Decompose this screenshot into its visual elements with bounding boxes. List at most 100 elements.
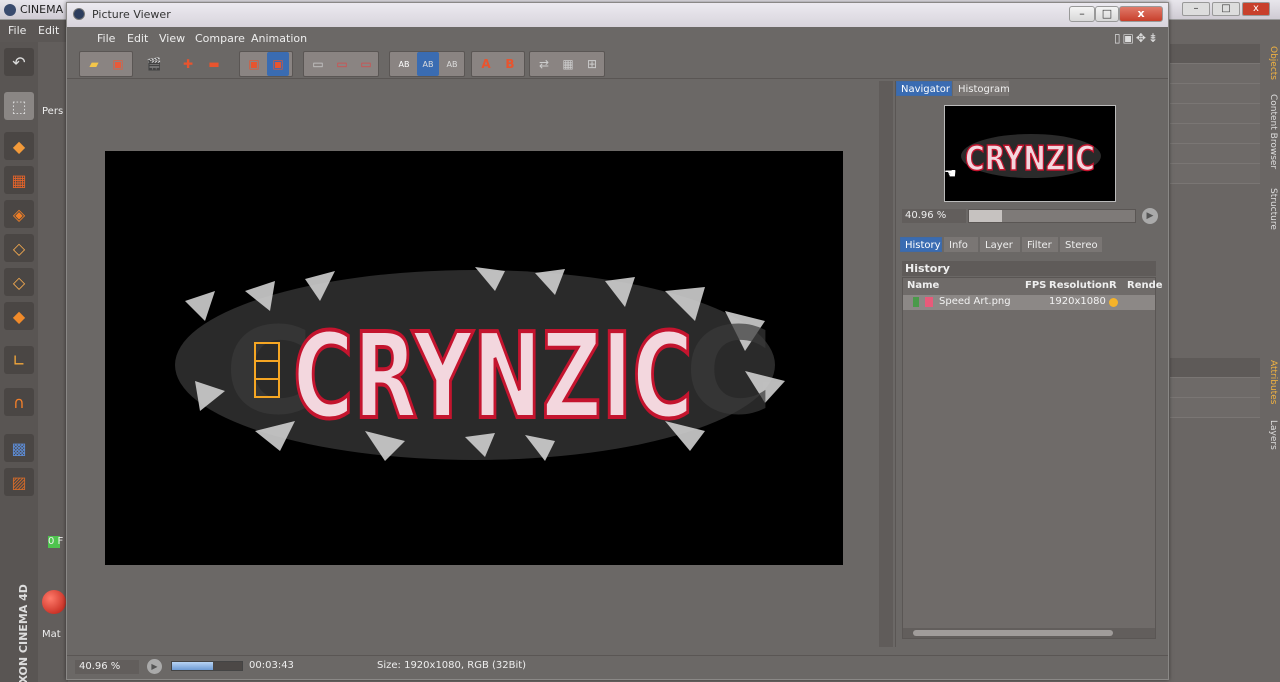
picture-viewer-titlebar[interactable]: Picture Viewer – □ x	[67, 3, 1168, 27]
history-title: History	[902, 261, 1156, 276]
row-name: Speed Art.png	[939, 296, 1011, 307]
minimize-button[interactable]: –	[1069, 6, 1095, 22]
panel-row	[1170, 64, 1260, 84]
cube-faces-icon[interactable]: ◆	[4, 302, 34, 330]
navigator-zoom-slider[interactable]	[968, 209, 1136, 223]
material-ball-icon[interactable]	[42, 590, 66, 614]
navigator-play-button[interactable]: ▶	[1142, 208, 1158, 224]
cube-icon[interactable]: ◆	[4, 132, 34, 160]
grid-icon[interactable]: ▦	[557, 52, 579, 76]
status-zoom-field[interactable]: 40.96 %	[75, 660, 139, 674]
grid-lock-icon[interactable]: ▩	[4, 434, 34, 462]
set-a-icon[interactable]: A	[475, 52, 497, 76]
paste-icon[interactable]: ▣	[267, 52, 289, 76]
menu-edit[interactable]: Edit	[127, 32, 148, 45]
image-file-icon	[925, 297, 933, 307]
remove-layer-icon[interactable]: ▬	[203, 52, 225, 76]
view-single-icon[interactable]: ▭	[307, 52, 329, 76]
app-menu-edit[interactable]: Edit	[38, 24, 59, 37]
app-right-panels: Objects Content Browser Structure Attrib…	[1170, 20, 1280, 682]
objects-panel-header	[1170, 44, 1260, 64]
column-header-resolution[interactable]: Resolution	[1049, 280, 1109, 291]
navigator-zoom-field[interactable]: 40.96 %	[902, 209, 966, 223]
history-table: Name FPS Resolution R Rende Speed Art.pn…	[902, 277, 1163, 639]
tab-stereo[interactable]: Stereo	[1060, 237, 1102, 252]
cube-points-icon[interactable]: ◇	[4, 268, 34, 296]
add-layer-icon[interactable]: ✚	[177, 52, 199, 76]
viewport-label: Pers	[42, 106, 64, 117]
status-bar: 40.96 % ▶ 00:03:43 Size: 1920x1080, RGB …	[67, 655, 1168, 677]
branding-text: MAXON CINEMA 4D	[17, 584, 30, 682]
navigator-thumbnail[interactable]: CRYNZIC	[944, 105, 1116, 202]
maximize-button[interactable]: □	[1095, 6, 1119, 22]
row-status-icon	[913, 297, 919, 307]
tab-histogram[interactable]: Histogram	[953, 81, 1010, 96]
history-horizontal-scrollbar[interactable]	[903, 628, 1155, 638]
magnet-icon[interactable]: ∩	[4, 388, 34, 416]
tab-info[interactable]: Info	[944, 237, 978, 252]
image-display-area[interactable]: C C CRYNZIC	[75, 81, 887, 647]
ab-diff-icon[interactable]: AB	[441, 52, 463, 76]
open-icon[interactable]: ▰	[83, 52, 105, 76]
app-left-toolbar: ↶ ⬚ ◆ ▦ ◈ ◇ ◇ ◆ ∟ ∩ ▩ ▨ MAXON CINEMA 4D	[0, 42, 38, 682]
app-minimize-button[interactable]: –	[1182, 2, 1210, 16]
tab-filter[interactable]: Filter	[1022, 237, 1058, 252]
cube-edges-icon[interactable]: ◇	[4, 234, 34, 262]
app-menu-file[interactable]: File	[8, 24, 26, 37]
app-close-button[interactable]: x	[1242, 2, 1270, 16]
right-panel: Navigator Histogram CRYNZIC 40.96 % ▶ Hi…	[895, 81, 1168, 647]
status-play-button[interactable]: ▶	[147, 659, 162, 674]
tab-navigator[interactable]: Navigator	[896, 81, 952, 96]
crop-icon[interactable]: ⊞	[581, 52, 603, 76]
view-stereo-icon[interactable]: ▭	[355, 52, 377, 76]
view-compare-icon[interactable]: ▭	[331, 52, 353, 76]
tab-layers[interactable]: Layers	[1262, 420, 1278, 450]
axis-icon[interactable]: ∟	[4, 346, 34, 374]
tab-content-browser[interactable]: Content Browser	[1262, 94, 1278, 169]
close-button[interactable]: x	[1119, 6, 1163, 22]
column-header-render[interactable]: Rende	[1127, 280, 1163, 291]
table-row[interactable]: Speed Art.png 1920x1080	[903, 295, 1155, 310]
maxon-branding: MAXON CINEMA 4D	[2, 584, 36, 682]
save-icon[interactable]: ▣	[107, 52, 129, 76]
column-header-name[interactable]: Name	[907, 280, 939, 291]
render-artwork: C C CRYNZIC	[175, 267, 785, 461]
layout-icons[interactable]: ▯▣✥⇟	[1114, 31, 1160, 45]
rendered-image: C C CRYNZIC	[105, 151, 843, 565]
workplane-icon[interactable]: ▨	[4, 468, 34, 496]
polygon-icon[interactable]: ◈	[4, 200, 34, 228]
tab-layer[interactable]: Layer	[980, 237, 1020, 252]
status-time: 00:03:43	[249, 660, 294, 671]
attributes-panel-header	[1170, 358, 1260, 378]
image-vertical-scrollbar[interactable]	[879, 81, 893, 647]
panel-row	[1170, 164, 1260, 184]
swap-icon[interactable]: ⇄	[533, 52, 555, 76]
column-header-fps[interactable]: FPS	[1025, 280, 1046, 291]
shattered-letters-bg: C	[685, 303, 773, 442]
menu-file[interactable]: File	[97, 32, 115, 45]
status-size: Size: 1920x1080, RGB (32Bit)	[377, 660, 527, 671]
ab-split-icon[interactable]: AB	[417, 52, 439, 76]
tab-attributes[interactable]: Attributes	[1262, 360, 1278, 404]
checker-icon[interactable]: ▦	[4, 166, 34, 194]
app-maximize-button[interactable]: □	[1212, 2, 1240, 16]
column-header-r[interactable]: R	[1109, 280, 1117, 291]
tab-history[interactable]: History	[900, 237, 942, 252]
menu-animation[interactable]: Animation	[251, 32, 307, 45]
menu-view[interactable]: View	[159, 32, 185, 45]
ab-compare-icon[interactable]: AB	[393, 52, 415, 76]
cinema4d-logo-icon	[4, 4, 16, 16]
panel-row	[1170, 104, 1260, 124]
copy-icon[interactable]: ▣	[243, 52, 265, 76]
set-b-icon[interactable]: B	[499, 52, 521, 76]
render-clapper-icon[interactable]: 🎬	[143, 52, 165, 76]
undo-icon[interactable]: ↶	[4, 48, 34, 76]
select-tool-icon[interactable]: ⬚	[4, 92, 34, 120]
menu-compare[interactable]: Compare	[195, 32, 245, 45]
app-viewport-edge: Pers 0 F Mat	[38, 42, 68, 682]
scrollbar-thumb[interactable]	[913, 630, 1113, 636]
tab-objects[interactable]: Objects	[1262, 46, 1278, 80]
thumbnail-text: CRYNZIC	[965, 139, 1095, 179]
tab-structure[interactable]: Structure	[1262, 188, 1278, 230]
material-label: Mat	[42, 629, 61, 640]
